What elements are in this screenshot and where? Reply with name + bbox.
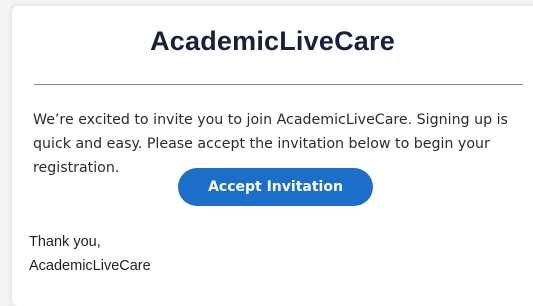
email-card: AcademicLiveCare We’re excited to invite…: [12, 6, 533, 306]
brand-title: AcademicLiveCare: [150, 26, 395, 56]
signature-text: AcademicLiveCare: [29, 258, 151, 274]
closing-text: Thank you,: [29, 234, 101, 250]
signoff: Thank you, AcademicLiveCare: [29, 230, 151, 278]
divider: [34, 84, 523, 85]
accept-invitation-button[interactable]: Accept Invitation: [178, 168, 373, 206]
